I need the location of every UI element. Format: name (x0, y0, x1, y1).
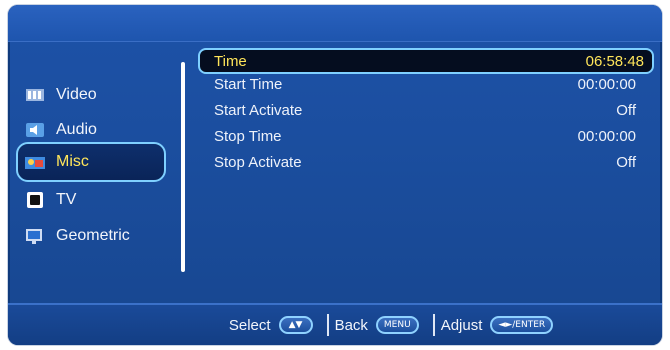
menu-item-label: Video (56, 86, 97, 103)
setting-label: Stop Activate (214, 153, 302, 171)
back-hint-label: Back (334, 316, 368, 334)
setting-value: 06:58:48 (585, 52, 644, 70)
menu-item-label: Geometric (56, 227, 130, 244)
video-icon (24, 86, 46, 104)
title-bar (8, 5, 662, 42)
menu-item-misc[interactable]: Misc (16, 142, 166, 182)
menu-item-label: Audio (56, 121, 97, 138)
audio-icon (24, 121, 46, 139)
setting-label: Start Activate (214, 101, 303, 119)
osd-panel: Video Audio Misc TV Geometric Time 06:58… (8, 5, 662, 345)
geometric-icon (24, 227, 46, 245)
footer-hints: Select ▲▼ Back MENU Adjust ◄►/ENTER (8, 305, 662, 345)
setting-value: 00:00:00 (577, 75, 636, 93)
setting-row-stop-activate[interactable]: Stop Activate Off (208, 150, 644, 174)
menu-item-audio[interactable]: Audio (18, 115, 168, 145)
setting-label: Stop Time (214, 127, 282, 145)
setting-value: 00:00:00 (577, 127, 636, 145)
setting-value: Off (616, 153, 636, 171)
menu-divider (181, 62, 185, 272)
select-hint-label: Select (228, 316, 271, 334)
enter-key-button[interactable]: ◄►/ENTER (490, 316, 554, 334)
setting-row-start-time[interactable]: Start Time 00:00:00 (208, 72, 644, 96)
menu-item-tv[interactable]: TV (18, 185, 168, 215)
footer-separator (432, 314, 435, 336)
up-down-key-button[interactable]: ▲▼ (278, 316, 313, 334)
setting-label: Time (214, 52, 247, 70)
setting-row-start-activate[interactable]: Start Activate Off (208, 98, 644, 122)
setting-value: Off (616, 101, 636, 119)
setting-label: Start Time (214, 75, 283, 93)
setting-row-time[interactable]: Time 06:58:48 (198, 48, 654, 74)
menu-item-geometric[interactable]: Geometric (18, 221, 168, 251)
setting-row-stop-time[interactable]: Stop Time 00:00:00 (208, 124, 644, 148)
tv-icon (24, 191, 46, 209)
adjust-hint-label: Adjust (440, 316, 483, 334)
menu-item-label: TV (56, 191, 77, 208)
menu-item-video[interactable]: Video (18, 80, 168, 110)
menu-item-label: Misc (56, 153, 89, 170)
menu-key-button[interactable]: MENU (375, 316, 419, 334)
footer-separator (326, 314, 329, 336)
misc-icon (24, 153, 46, 171)
